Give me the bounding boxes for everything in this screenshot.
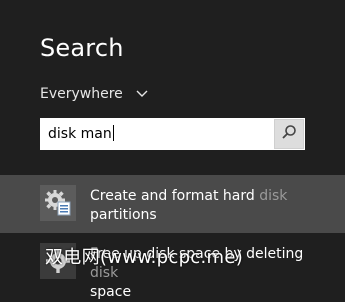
search-scope-dropdown[interactable]: Everywhere [40, 86, 149, 102]
result-title-line2: partitions [90, 207, 157, 223]
search-result-item[interactable]: Create and format hard disk partitions [0, 175, 345, 233]
search-charm-panel: Search Everywhere disk man Create and fo… [0, 0, 345, 300]
search-icon [281, 124, 297, 144]
search-result-text: Free up disk space by deleting disk spac… [90, 245, 330, 302]
chevron-down-icon [135, 87, 149, 101]
result-title-main: Create and format hard [90, 188, 260, 204]
disk-management-gear-icon [40, 185, 76, 221]
search-result-text: Create and format hard disk partitions [90, 187, 330, 225]
search-query-text: disk man [48, 126, 112, 142]
text-caret [112, 125, 114, 141]
search-scope-label: Everywhere [40, 86, 123, 102]
result-title-main: Free up disk space by deleting [90, 246, 304, 262]
search-input[interactable]: disk man [40, 118, 274, 150]
search-box: disk man [40, 118, 305, 150]
search-result-item[interactable]: Free up disk space by deleting disk spac… [0, 237, 345, 300]
gear-icon [40, 243, 76, 279]
result-title-dim: disk [259, 188, 288, 204]
search-title: Search [40, 34, 124, 62]
result-title-line2: space [90, 284, 132, 300]
search-button[interactable] [274, 119, 304, 149]
